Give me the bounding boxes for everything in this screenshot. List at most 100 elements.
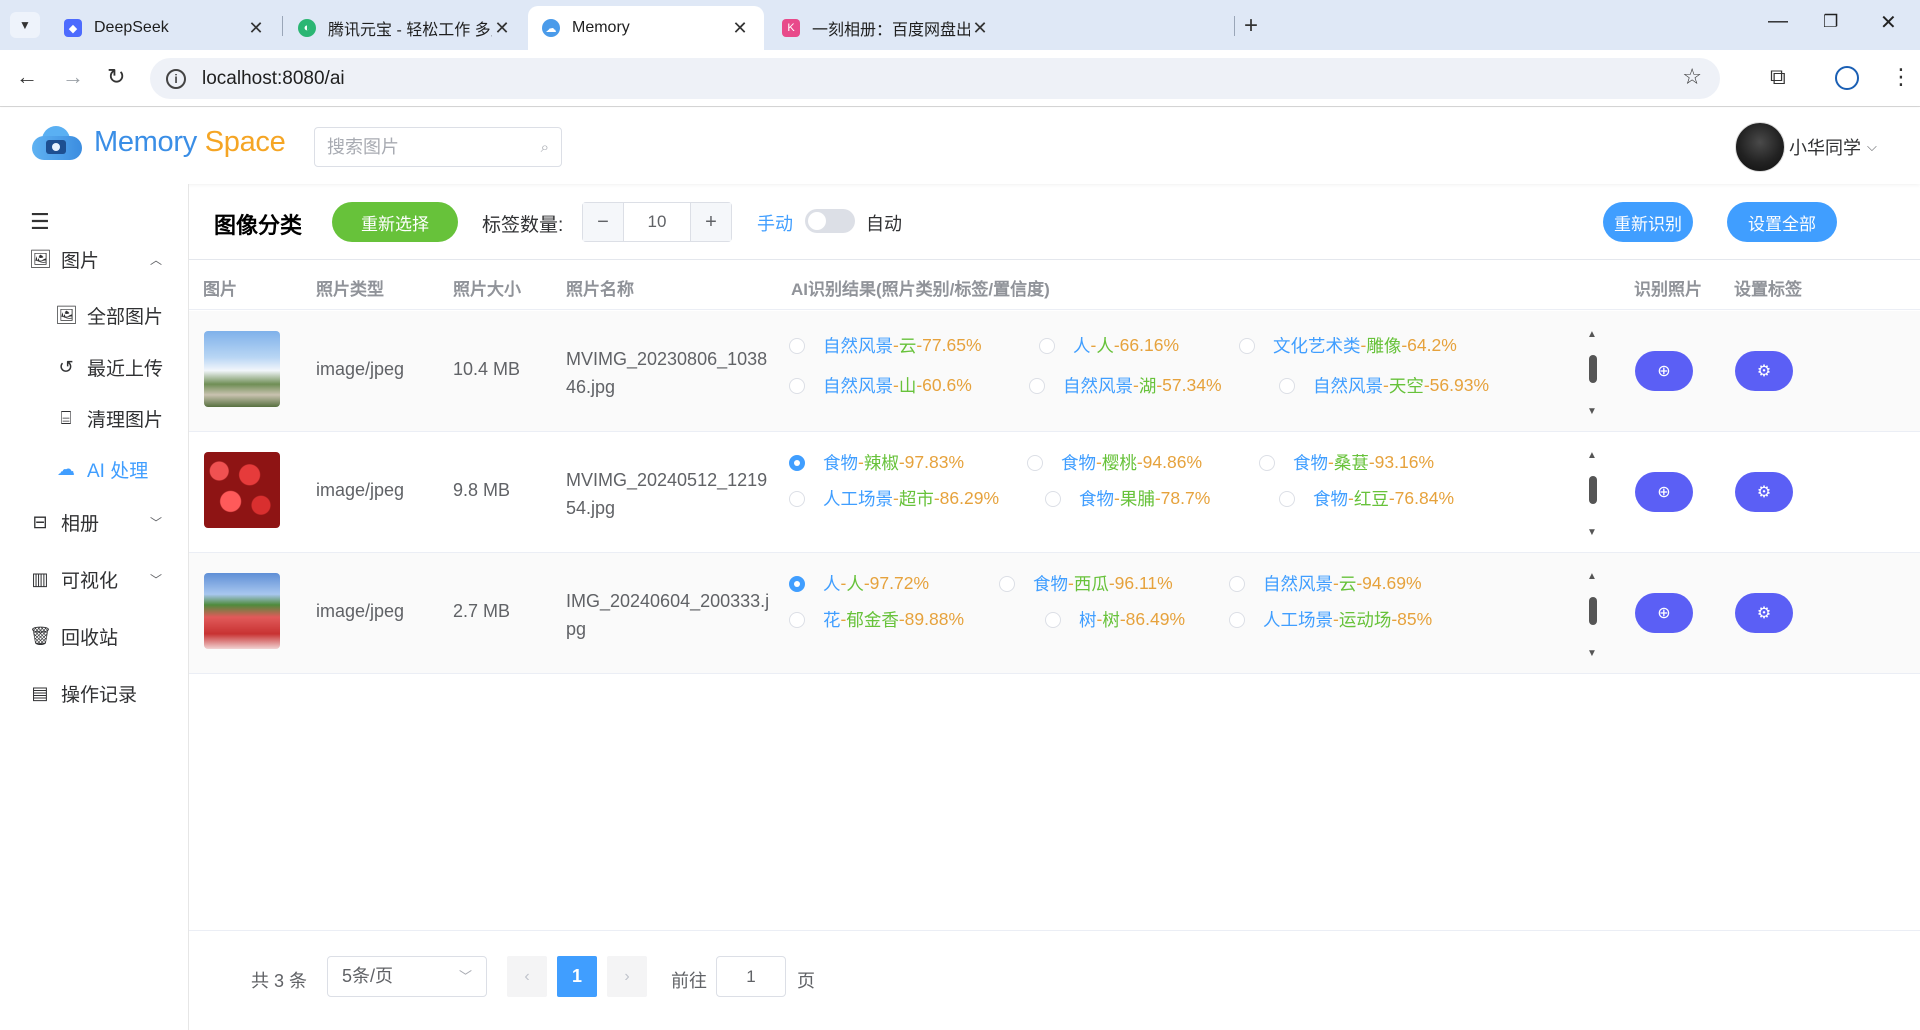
- tag-count-input[interactable]: 10: [623, 203, 691, 241]
- prev-page-button[interactable]: ‹: [507, 956, 547, 997]
- scroll-down-icon[interactable]: ▼: [1587, 527, 1597, 538]
- ai-result-radio[interactable]: [789, 377, 805, 394]
- ai-result-item[interactable]: 食物 - 西瓜 - 96.11%: [999, 571, 1173, 596]
- scroll-thumb[interactable]: [1589, 355, 1597, 383]
- page-size-select[interactable]: 5条/页 ﹀: [327, 956, 487, 997]
- ai-result-radio[interactable]: [1027, 454, 1043, 471]
- scroll-up-icon[interactable]: ▲: [1587, 329, 1597, 340]
- restore-icon[interactable]: ❐: [1823, 12, 1838, 32]
- sidebar-item-clean-images[interactable]: ⌸ 清理图片: [0, 393, 188, 443]
- minimize-icon[interactable]: —: [1768, 10, 1788, 33]
- sidebar-item-albums[interactable]: ⊟ 相册 ﹀: [0, 497, 188, 547]
- next-page-button[interactable]: ›: [607, 956, 647, 997]
- ai-result-scrollbar[interactable]: ▲ ▼: [1586, 571, 1600, 659]
- menu-collapse-icon[interactable]: ☰: [30, 209, 50, 235]
- ai-result-item[interactable]: 食物 - 红豆 - 76.84%: [1279, 486, 1454, 511]
- photo-thumbnail-watermelon[interactable]: [204, 573, 280, 649]
- window-close-icon[interactable]: ✕: [1880, 10, 1897, 35]
- recognize-photo-button[interactable]: ⊕: [1635, 351, 1693, 391]
- browser-tab-memory[interactable]: ☁ Memory ✕: [528, 6, 764, 50]
- photo-thumbnail-landscape[interactable]: [204, 331, 280, 407]
- close-icon[interactable]: ✕: [246, 18, 266, 39]
- ai-result-radio[interactable]: [1279, 377, 1295, 394]
- increase-button[interactable]: +: [691, 203, 731, 241]
- scroll-thumb[interactable]: [1589, 597, 1597, 625]
- ai-result-radio[interactable]: [1045, 490, 1061, 507]
- ai-result-item[interactable]: 自然风景 - 天空 - 56.93%: [1279, 373, 1489, 398]
- app-logo[interactable]: Memory Space: [28, 122, 286, 162]
- page-number-current[interactable]: 1: [557, 956, 597, 997]
- profile-icon[interactable]: [1835, 66, 1859, 90]
- set-all-button[interactable]: 设置全部: [1727, 202, 1837, 242]
- browser-tab-deepseek[interactable]: ◆ DeepSeek ✕: [50, 6, 280, 50]
- close-icon[interactable]: ✕: [970, 18, 990, 39]
- recognize-photo-button[interactable]: ⊕: [1635, 472, 1693, 512]
- ai-result-item[interactable]: 食物 - 桑葚 - 93.16%: [1259, 450, 1434, 475]
- extensions-icon[interactable]: ⧉: [1770, 64, 1786, 90]
- search-icon[interactable]: ⌕: [541, 139, 549, 156]
- ai-result-radio[interactable]: [1229, 611, 1245, 628]
- ai-result-item[interactable]: 自然风景 - 湖 - 57.34%: [1029, 373, 1222, 398]
- user-name[interactable]: 小华同学: [1789, 134, 1861, 160]
- ai-result-radio[interactable]: [1259, 454, 1275, 471]
- goto-page-input[interactable]: 1: [716, 956, 786, 997]
- ai-result-radio[interactable]: [1229, 575, 1245, 592]
- bookmark-star-icon[interactable]: ☆: [1682, 64, 1702, 90]
- decrease-button[interactable]: −: [583, 203, 623, 241]
- set-tag-button[interactable]: ⚙: [1735, 472, 1793, 512]
- ai-result-item[interactable]: 花 - 郁金香 - 89.88%: [789, 607, 964, 632]
- browser-tab-yuanbao[interactable]: ◐ 腾讯元宝 - 轻松工作 多点生活 ✕: [284, 6, 526, 50]
- back-arrow-icon[interactable]: ←: [16, 64, 38, 90]
- search-field[interactable]: ⌕: [314, 127, 562, 167]
- sidebar-item-recent-uploads[interactable]: ↺ 最近上传: [0, 342, 188, 392]
- sidebar-item-ai-processing[interactable]: ☁︎ AI 处理: [0, 444, 188, 494]
- ai-result-item[interactable]: 树 - 树 - 86.49%: [1045, 607, 1185, 632]
- user-menu[interactable]: 小华同学 ⌵: [1735, 122, 1877, 172]
- ai-result-scrollbar[interactable]: ▲ ▼: [1586, 450, 1600, 538]
- ai-result-radio[interactable]: [789, 575, 805, 592]
- ai-result-item[interactable]: 文化艺术类 - 雕像 - 64.2%: [1239, 333, 1457, 358]
- ai-result-radio[interactable]: [789, 490, 805, 507]
- sidebar-item-recycle-bin[interactable]: 🗑︎ 回收站: [0, 611, 188, 661]
- ai-result-item[interactable]: 食物 - 樱桃 - 94.86%: [1027, 450, 1202, 475]
- ai-result-item[interactable]: 食物 - 果脯 - 78.7%: [1045, 486, 1210, 511]
- ai-result-radio[interactable]: [789, 337, 805, 354]
- ai-result-item[interactable]: 人 - 人 - 97.72%: [789, 571, 929, 596]
- scroll-down-icon[interactable]: ▼: [1587, 648, 1597, 659]
- sidebar-item-images[interactable]: 🖼︎ 图片 ︿: [0, 234, 188, 284]
- ai-result-radio[interactable]: [999, 575, 1015, 592]
- ai-result-item[interactable]: 自然风景 - 山 - 60.6%: [789, 373, 972, 398]
- photo-thumbnail-cherries[interactable]: [204, 452, 280, 528]
- chevron-down-icon[interactable]: ⌵: [1867, 139, 1877, 155]
- manual-auto-switch[interactable]: [805, 209, 855, 233]
- ai-result-item[interactable]: 自然风景 - 云 - 94.69%: [1229, 571, 1422, 596]
- ai-result-radio[interactable]: [1239, 337, 1255, 354]
- ai-result-item[interactable]: 自然风景 - 云 - 77.65%: [789, 333, 982, 358]
- close-icon[interactable]: ✕: [492, 18, 512, 39]
- ai-result-radio[interactable]: [789, 611, 805, 628]
- more-menu-icon[interactable]: ⋮: [1890, 64, 1912, 90]
- ai-result-radio[interactable]: [1279, 490, 1295, 507]
- ai-result-item[interactable]: 人工场景 - 运动场 - 85%: [1229, 607, 1432, 632]
- reselect-button[interactable]: 重新选择: [332, 202, 458, 242]
- sidebar-item-visualization[interactable]: ▥ 可视化 ﹀: [0, 554, 188, 604]
- scroll-up-icon[interactable]: ▲: [1587, 450, 1597, 461]
- close-icon[interactable]: ✕: [730, 18, 750, 39]
- new-tab-button[interactable]: +: [1244, 12, 1258, 40]
- reload-icon[interactable]: ↻: [107, 64, 125, 90]
- scroll-thumb[interactable]: [1589, 476, 1597, 504]
- ai-result-scrollbar[interactable]: ▲ ▼: [1586, 329, 1600, 417]
- ai-result-radio[interactable]: [1045, 611, 1061, 628]
- scroll-down-icon[interactable]: ▼: [1587, 406, 1597, 417]
- ai-result-item[interactable]: 人工场景 - 超市 - 86.29%: [789, 486, 999, 511]
- recognize-photo-button[interactable]: ⊕: [1635, 593, 1693, 633]
- ai-result-item[interactable]: 食物 - 辣椒 - 97.83%: [789, 450, 964, 475]
- sidebar-item-all-images[interactable]: 🖼︎ 全部图片: [0, 290, 188, 340]
- sidebar-item-operation-log[interactable]: ▤ 操作记录: [0, 668, 188, 718]
- set-tag-button[interactable]: ⚙: [1735, 593, 1793, 633]
- browser-tab-yike[interactable]: K 一刻相册：百度网盘出品，无限 ✕: [768, 6, 1004, 50]
- site-info-icon[interactable]: i: [166, 68, 186, 89]
- forward-arrow-icon[interactable]: →: [62, 64, 84, 90]
- ai-result-item[interactable]: 人 - 人 - 66.16%: [1039, 333, 1179, 358]
- tab-search-button[interactable]: ▼: [10, 12, 40, 38]
